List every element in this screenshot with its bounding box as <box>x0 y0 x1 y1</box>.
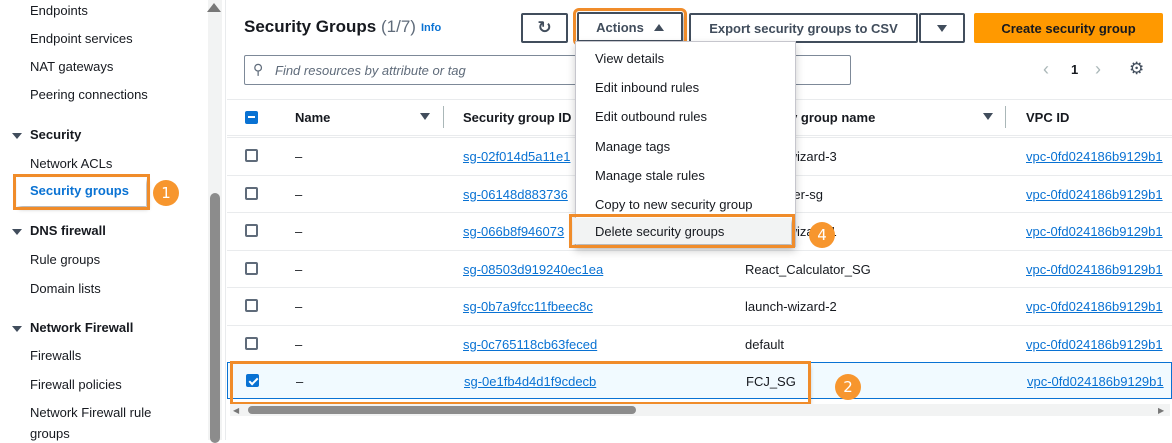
cell-security-group-name: React_Calculator_SG <box>745 261 871 277</box>
caret-down-icon <box>12 228 22 235</box>
nav-section-network-firewall[interactable]: Network Firewall <box>12 320 133 335</box>
cell-vpc-id[interactable]: vpc-0fd024186b9129b1 <box>1026 149 1163 164</box>
sort-icon[interactable] <box>420 113 430 120</box>
cell-security-group-name: default <box>745 336 785 352</box>
page-title: Security Groups (1/7) <box>244 17 416 37</box>
menu-edit-inbound-rules[interactable]: Edit inbound rules <box>595 80 699 95</box>
refresh-button[interactable]: ↻ <box>521 13 568 43</box>
selection-count: (1/7) <box>381 17 416 36</box>
section-label: Network Firewall <box>30 320 134 335</box>
settings-gear-icon[interactable]: ⚙ <box>1129 59 1144 79</box>
row-checkbox[interactable] <box>245 336 258 350</box>
next-page-icon[interactable]: › <box>1095 59 1101 80</box>
nav-firewall-policies[interactable]: Firewall policies <box>30 377 122 392</box>
cell-vpc-id[interactable]: vpc-0fd024186b9129b1 <box>1026 337 1163 352</box>
row-checkbox[interactable] <box>245 224 258 237</box>
table-scrollbar-thumb[interactable] <box>248 406 636 414</box>
cell-security-group-id[interactable]: sg-06148d883736 <box>463 187 568 202</box>
nav-peering-connections[interactable]: Peering connections <box>30 87 148 102</box>
page-number[interactable]: 1 <box>1071 62 1078 77</box>
row-checkbox[interactable] <box>245 149 258 162</box>
sidebar: Endpoints Endpoint services NAT gateways… <box>0 0 226 443</box>
step-badge-2: 2 <box>835 374 861 400</box>
nav-firewalls[interactable]: Firewalls <box>30 348 81 363</box>
cell-name: – <box>295 186 303 202</box>
menu-edit-outbound-rules[interactable]: Edit outbound rules <box>595 109 707 124</box>
cell-security-group-id[interactable]: sg-0c765118cb63feced <box>463 337 597 352</box>
search-icon: ⚲ <box>253 61 264 77</box>
row-checkbox[interactable] <box>245 299 258 312</box>
refresh-icon: ↻ <box>537 18 552 37</box>
col-vpc-id[interactable]: VPC ID <box>1026 110 1069 125</box>
column-divider[interactable] <box>1005 106 1006 128</box>
selected-row-highlight <box>230 361 811 405</box>
actions-dropdown-menu: View details Edit inbound rules Edit out… <box>569 41 796 248</box>
cell-security-group-name: launch-wizard-2 <box>745 299 837 314</box>
row-checkbox[interactable] <box>245 261 258 275</box>
caret-down-icon <box>12 132 22 139</box>
info-link[interactable]: Info <box>421 22 441 34</box>
create-security-group-button[interactable]: Create security group <box>974 13 1163 43</box>
col-security-group-id[interactable]: Security group ID <box>463 110 571 125</box>
nav-endpoint-services[interactable]: Endpoint services <box>30 31 133 46</box>
nav-rule-groups[interactable]: Rule groups <box>30 252 100 267</box>
col-name[interactable]: Name <box>295 110 330 125</box>
cell-vpc-id[interactable]: vpc-0fd024186b9129b1 <box>1026 224 1163 239</box>
section-label: Security <box>30 127 82 142</box>
nav-domain-lists[interactable]: Domain lists <box>30 281 101 296</box>
title-text: Security Groups <box>244 17 377 36</box>
cell-security-group-id[interactable]: sg-08503d919240ec1ea <box>463 262 603 277</box>
nav-nat-gateways[interactable]: NAT gateways <box>30 59 113 74</box>
cell-name: – <box>295 336 303 352</box>
nav-nfw-rule-groups[interactable]: Network Firewall rule <box>30 405 151 420</box>
table-row[interactable]: – sg-0b7a9fcc11fbeec8c launch-wizard-2 v… <box>227 287 1172 324</box>
cell-name: – <box>295 224 303 239</box>
cell-vpc-id[interactable]: vpc-0fd024186b9129b1 <box>1026 262 1163 277</box>
caret-up-icon <box>653 23 664 31</box>
section-label: DNS firewall <box>30 223 106 238</box>
nav-section-security[interactable]: Security <box>12 127 81 142</box>
sidebar-scrollbar-thumb[interactable] <box>210 193 220 443</box>
sort-icon[interactable] <box>983 113 993 120</box>
menu-view-details[interactable]: View details <box>595 51 664 66</box>
row-checkbox[interactable] <box>245 186 258 200</box>
step-badge-4: 4 <box>809 222 835 248</box>
caret-down-icon <box>937 24 947 32</box>
cell-vpc-id[interactable]: vpc-0fd024186b9129b1 <box>1027 374 1164 389</box>
select-all-checkbox[interactable] <box>245 111 258 124</box>
cell-vpc-id[interactable]: vpc-0fd024186b9129b1 <box>1026 299 1163 314</box>
export-dropdown-button[interactable] <box>919 13 965 43</box>
table-horizontal-scrollbar[interactable]: ◀ ▶ <box>230 404 1170 416</box>
cell-name: – <box>295 261 303 277</box>
cell-vpc-id[interactable]: vpc-0fd024186b9129b1 <box>1026 187 1163 202</box>
cell-name: – <box>295 299 303 314</box>
step-badge-1: 1 <box>153 180 179 206</box>
search-placeholder: Find resources by attribute or tag <box>275 63 466 78</box>
table-row[interactable]: – sg-08503d919240ec1ea React_Calculator_… <box>227 249 1172 287</box>
nav-nfw-rule-groups-cont[interactable]: groups <box>30 426 70 441</box>
nav-endpoints[interactable]: Endpoints <box>30 3 88 18</box>
menu-delete-security-groups[interactable]: Delete security groups <box>569 214 795 248</box>
cell-name: – <box>295 149 303 164</box>
prev-page-icon[interactable]: ‹ <box>1043 59 1049 80</box>
scroll-right-icon[interactable]: ▶ <box>1158 406 1164 415</box>
menu-manage-tags[interactable]: Manage tags <box>595 139 670 154</box>
menu-manage-stale-rules[interactable]: Manage stale rules <box>595 168 705 183</box>
nav-security-groups[interactable]: Security groups <box>13 174 150 210</box>
column-divider[interactable] <box>443 106 444 128</box>
actions-button[interactable]: Actions <box>573 8 687 46</box>
actions-label: Actions <box>596 19 644 35</box>
table-row[interactable]: – sg-0c765118cb63feced default vpc-0fd02… <box>227 324 1172 362</box>
scroll-left-icon[interactable]: ◀ <box>233 406 239 415</box>
menu-copy-to-new-security-group[interactable]: Copy to new security group <box>595 197 753 212</box>
cell-security-group-id[interactable]: sg-02f014d5a11e1 <box>463 149 570 164</box>
scroll-up-icon[interactable] <box>207 3 221 12</box>
cell-security-group-id[interactable]: sg-066b8f946073 <box>463 224 564 239</box>
export-csv-button[interactable]: Export security groups to CSV <box>689 13 918 43</box>
nav-section-dns-firewall[interactable]: DNS firewall <box>12 223 106 238</box>
caret-down-icon <box>12 325 22 332</box>
nav-network-acls[interactable]: Network ACLs <box>30 156 112 171</box>
cell-security-group-id[interactable]: sg-0b7a9fcc11fbeec8c <box>463 299 593 314</box>
